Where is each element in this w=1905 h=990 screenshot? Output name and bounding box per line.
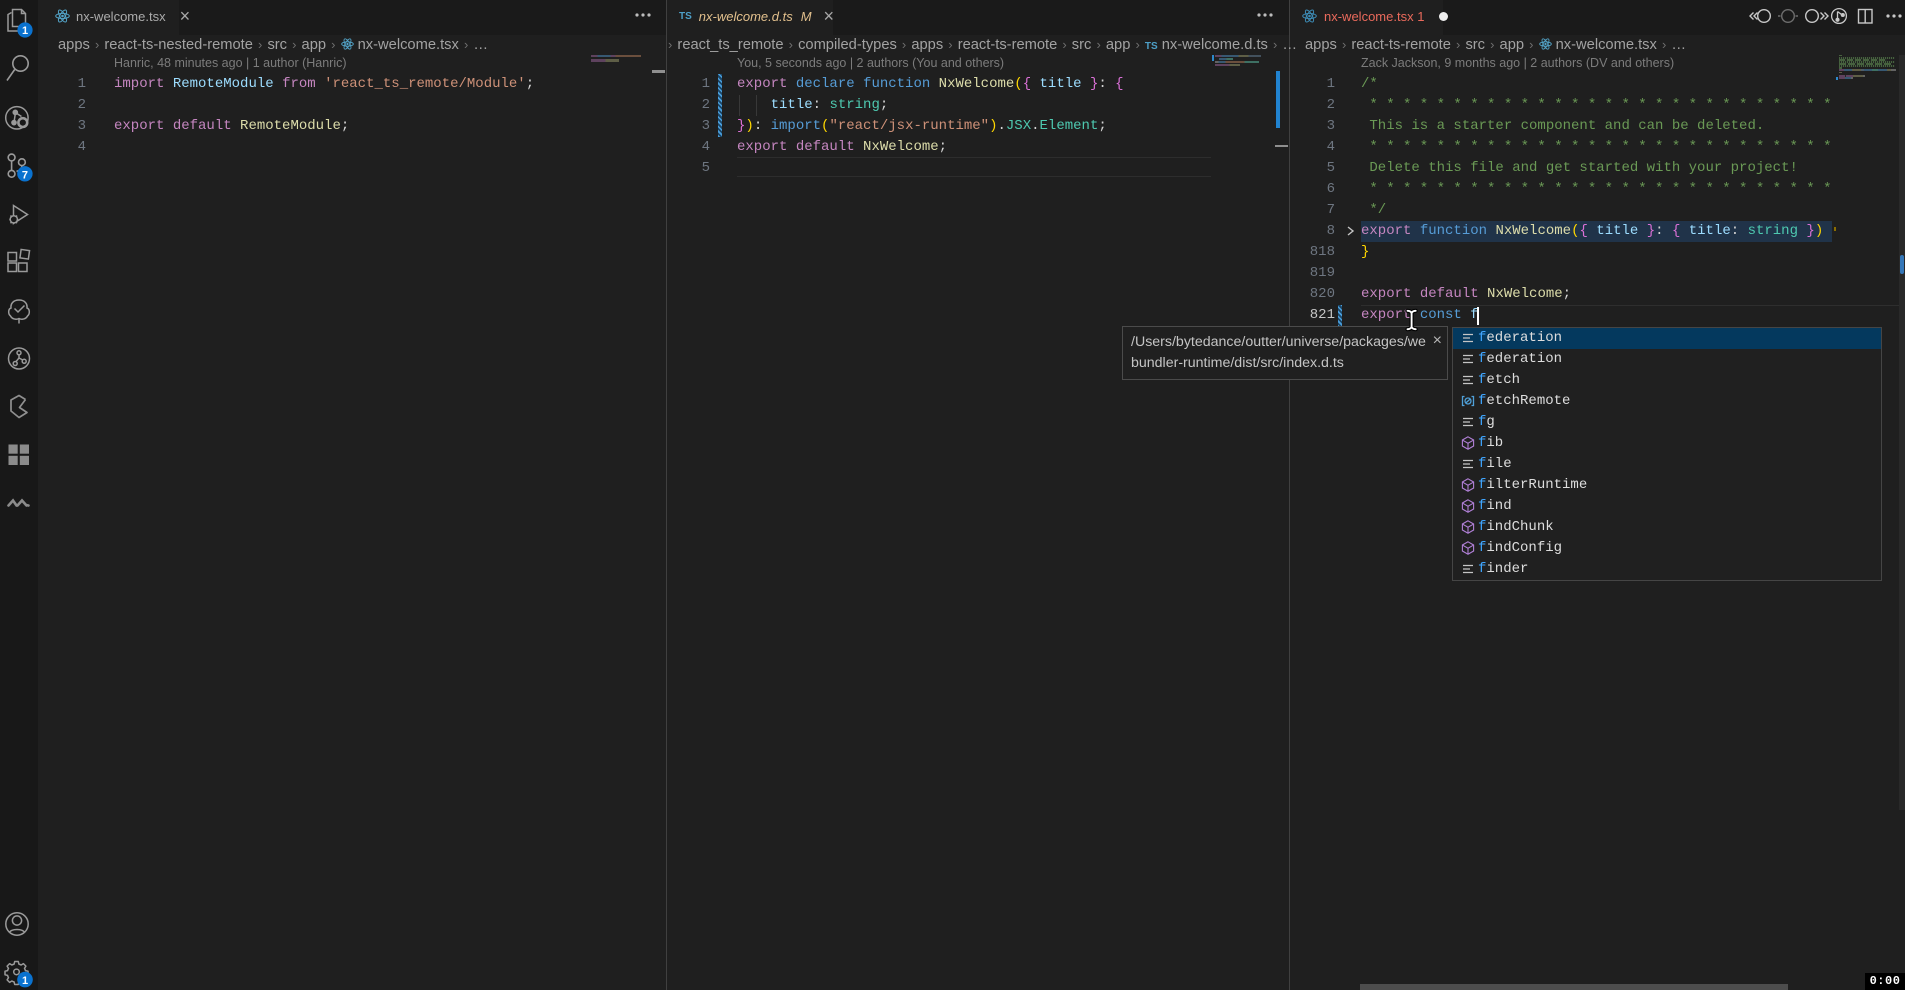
svg-text:1: 1: [22, 25, 28, 37]
svg-text:1: 1: [22, 975, 28, 987]
svg-text:7: 7: [22, 169, 28, 181]
